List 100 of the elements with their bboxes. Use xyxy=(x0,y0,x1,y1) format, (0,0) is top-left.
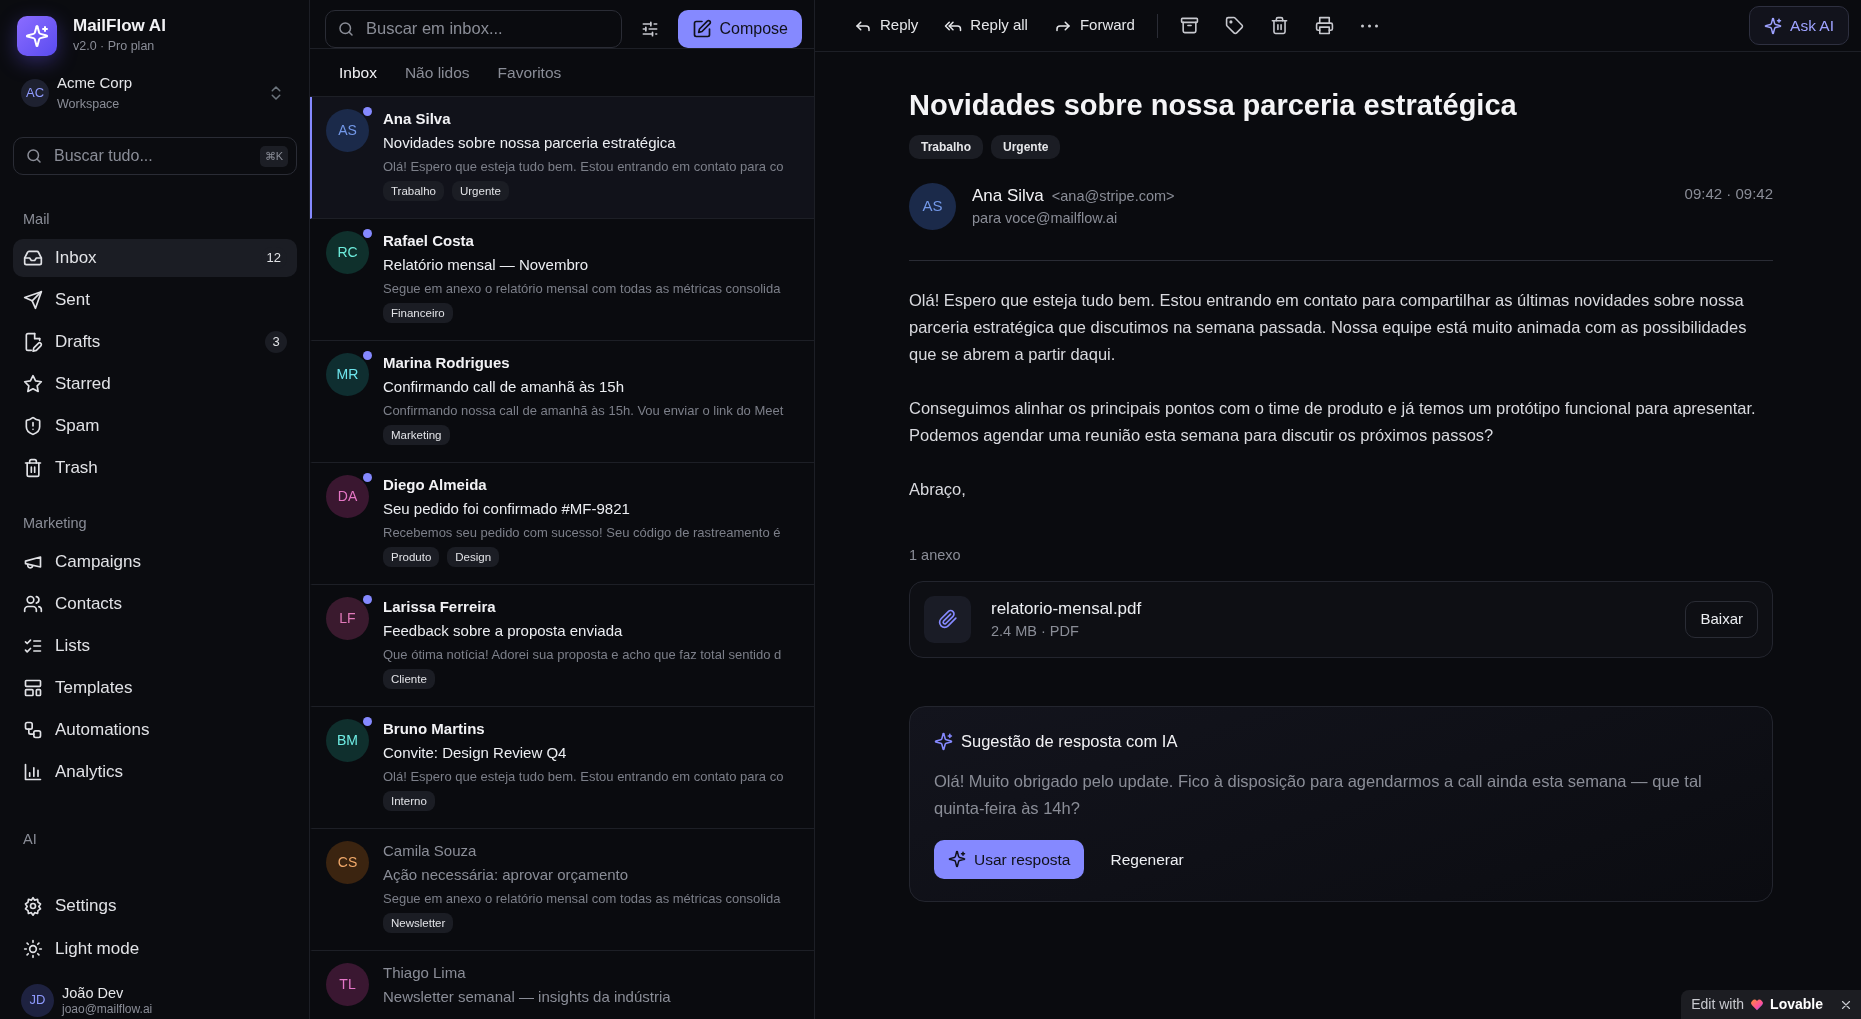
email-row[interactable]: MR Marina Rodrigues Confirmando call de amanhã às 15h Confirmando nossa call de amanhã às 15h. Vou enviar o link do Meet Marketing xyxy=(310,341,814,463)
sidebar-item[interactable]: Campaigns xyxy=(13,542,297,581)
message-time: 09:42 · 09:42 xyxy=(1684,183,1773,204)
users-icon xyxy=(23,593,43,614)
unread-dot xyxy=(363,229,372,238)
sender-email: <ana@stripe.com> xyxy=(1051,186,1175,206)
email-row[interactable]: CS Camila Souza Ação necessária: aprovar orçamento Segue em anexo o relatório mensal com todas as métricas consolida Newsletter xyxy=(310,829,814,951)
sender-name: Rafael Costa xyxy=(383,231,475,251)
user-avatar: JD xyxy=(21,983,54,1017)
sidebar-item[interactable]: Spam xyxy=(13,407,297,445)
toolbar-button[interactable]: Reply all xyxy=(934,8,1038,43)
compose-button[interactable]: Compose xyxy=(677,9,802,48)
section-label: AI xyxy=(22,829,38,849)
email-subject: Relatório mensal — Novembro xyxy=(383,255,590,275)
search-field[interactable]: Buscar em inbox... xyxy=(325,9,622,48)
unread-dot xyxy=(363,351,372,360)
more-icon xyxy=(1359,23,1379,28)
avatar: BM xyxy=(326,719,369,762)
tag: Trabalho xyxy=(909,134,983,159)
tag: Financeiro xyxy=(383,303,453,323)
sender-name: Bruno Martins xyxy=(383,719,486,739)
sender-name: Camila Souza xyxy=(383,841,478,861)
sidebar-item[interactable]: Contacts xyxy=(13,584,297,623)
sender-name: Ana Silva xyxy=(383,109,452,129)
trash-icon xyxy=(1269,16,1289,35)
shortcut-hint: ⌘K xyxy=(259,146,288,167)
attachments-label: 1 anexo xyxy=(909,546,962,566)
app-name: MailFlow AI xyxy=(73,16,166,37)
email-preview: Confirmando nossa call de amanhã às 15h. Vou enviar o link do Meet xyxy=(383,402,785,420)
layout-icon xyxy=(23,677,43,698)
email-row[interactable]: AS Ana Silva Novidades sobre nossa parceria estratégica Olá! Espero que esteja tudo bem. Estou entrando em contato para co Trabalho Urgente xyxy=(310,97,814,219)
toolbar-button[interactable]: Reply xyxy=(844,8,929,43)
sidebar-item[interactable]: Templates xyxy=(13,668,297,707)
user-name: João Dev xyxy=(62,984,125,1002)
sidebar-item[interactable]: Sent xyxy=(13,281,297,319)
workspace-name: Acme Corp xyxy=(57,73,133,93)
ask-ai-button[interactable]: Ask AI xyxy=(1749,5,1849,46)
unread-dot xyxy=(363,107,372,116)
tab[interactable]: Não lidos xyxy=(404,61,470,85)
avatar: AS xyxy=(326,109,369,152)
sender-name: Marina Rodrigues xyxy=(383,353,511,373)
email-row[interactable]: TL Thiago Lima Newsletter semanal — insights da indústria xyxy=(310,951,814,1019)
sidebar-item[interactable]: Light mode xyxy=(13,929,297,968)
pen-square-icon xyxy=(691,18,712,39)
section-label: Mail xyxy=(22,210,51,230)
regenerate-button[interactable]: Regenerar xyxy=(1100,839,1194,880)
avatar: TL xyxy=(326,963,369,1006)
sun-icon xyxy=(23,938,43,959)
tag: Design xyxy=(447,547,500,567)
email-preview: Segue em anexo o relatório mensal com todas as métricas consolida xyxy=(383,890,782,908)
sidebar-item[interactable]: Starred xyxy=(13,365,297,403)
sidebar-item[interactable]: Lists xyxy=(13,626,297,665)
sidebar-item[interactable]: Inbox 12 xyxy=(13,239,297,277)
version-label: v2.0 · Pro plan xyxy=(73,37,156,55)
search-icon xyxy=(25,147,43,166)
avatar: DA xyxy=(326,475,369,518)
file-meta: 2.4 MB · PDF xyxy=(991,622,1080,642)
toolbar-button[interactable]: Forward xyxy=(1043,8,1145,43)
email-subject: Convite: Design Review Q4 xyxy=(383,743,568,763)
workspace-subtitle: Workspace xyxy=(57,95,121,113)
workspace-switcher[interactable]: AC Acme Corp Workspace xyxy=(13,72,297,114)
message-paragraph: Olá! Espero que esteja tudo bem. Estou entrando em contato para compartilhar as últimas novidades sobre nossa parceria estratégica que discutimos na semana passada. Nossa equipe está muito animada com as possibilidades que se abrem a partir daqui. xyxy=(909,290,1748,366)
unread-dot xyxy=(363,595,372,604)
sidebar-item[interactable]: Analytics xyxy=(13,752,297,791)
sparkles-icon xyxy=(1764,16,1783,35)
tab[interactable]: Favoritos xyxy=(497,61,562,85)
sidebar-item[interactable]: Drafts 3 xyxy=(13,323,297,361)
star-icon xyxy=(23,374,43,394)
tag: Produto xyxy=(383,547,440,567)
send-icon xyxy=(23,290,43,310)
sidebar-item[interactable]: Settings xyxy=(13,886,297,925)
shield-icon xyxy=(23,416,43,436)
tab[interactable]: Inbox xyxy=(339,61,377,85)
email-row[interactable]: LF Larissa Ferreira Feedback sobre a proposta enviada Que ótima notícia! Adorei sua proposta e acho que faz total sentido d Cliente xyxy=(310,585,814,707)
trash-icon xyxy=(23,458,43,478)
email-row[interactable]: RC Rafael Costa Relatório mensal — Novembro Segue em anexo o relatório mensal com todas as métricas consolida Financeiro xyxy=(310,219,814,341)
heart-logo-icon xyxy=(1750,997,1765,1012)
sidebar-item[interactable]: Automations xyxy=(13,710,297,749)
tag: Urgente xyxy=(451,181,509,201)
bar-chart-icon xyxy=(23,761,43,782)
unread-dot xyxy=(363,717,372,726)
email-preview: Recebemos seu pedido com sucesso! Seu código de rastreamento é xyxy=(383,524,782,542)
suggestion-title: Sugestão de resposta com IA xyxy=(961,731,1178,753)
message-subject: Novidades sobre nossa parceria estratégica xyxy=(909,88,1518,123)
email-row[interactable]: BM Bruno Martins Convite: Design Review Q4 Olá! Espero que esteja tudo bem. Estou entrando em contato para co Interno xyxy=(310,707,814,829)
count-badge: 3 xyxy=(265,331,287,353)
tag: Cliente xyxy=(383,669,435,689)
message-paragraph: Conseguimos alinhar os principais pontos com o time de produto e já temos um protótipo funcional para apresentar. Podemos agendar uma reunião esta semana para discutir os próximos passos? xyxy=(909,398,1757,447)
recipient-line: para voce@mailflow.ai xyxy=(972,209,1119,229)
avatar: CS xyxy=(326,841,369,884)
brand-name: Lovable xyxy=(1770,995,1823,1014)
download-button[interactable]: Baixar xyxy=(1685,601,1758,638)
use-reply-button[interactable]: Usar resposta xyxy=(934,839,1085,880)
email-row[interactable]: DA Diego Almeida Seu pedido foi confirmado #MF-9821 Recebemos seu pedido com sucesso! Seu código de rastreamento é Produto Design xyxy=(310,463,814,585)
email-preview: Que ótima notícia! Adorei sua proposta e acho que faz total sentido d xyxy=(383,646,783,664)
sparkles-icon xyxy=(948,850,966,869)
sidebar-item[interactable]: Trash xyxy=(13,449,297,487)
unread-dot xyxy=(363,473,372,482)
avatar: AS xyxy=(909,182,956,230)
workflow-icon xyxy=(23,719,43,740)
